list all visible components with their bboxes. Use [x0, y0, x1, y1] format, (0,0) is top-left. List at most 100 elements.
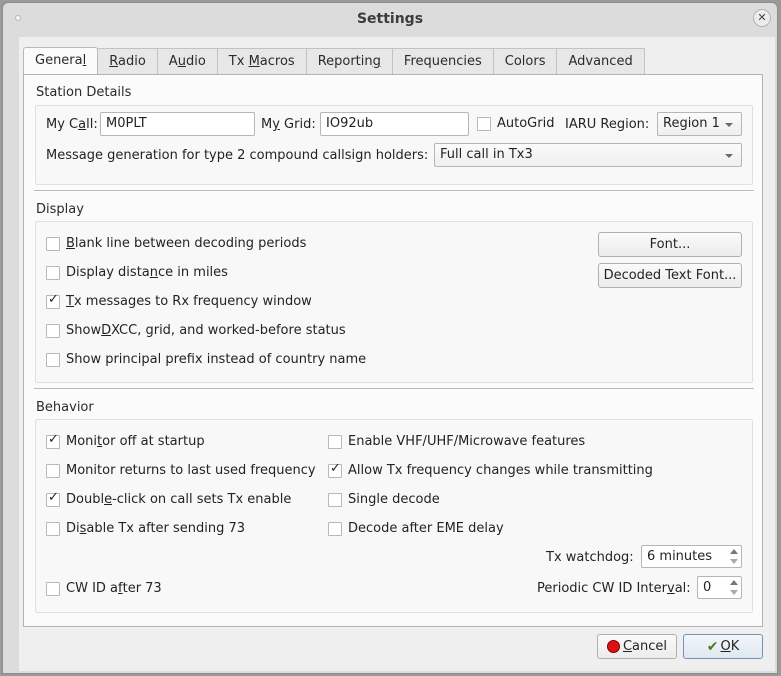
spin-arrows-icon[interactable] — [729, 548, 739, 565]
tab-general[interactable]: General — [23, 47, 99, 75]
tab-label: adio — [118, 54, 146, 69]
checkbox-box — [477, 116, 491, 131]
font-button[interactable]: Font... — [598, 232, 742, 257]
checkbox-box — [328, 492, 342, 507]
decode-after-eme-checkbox[interactable]: Decode after EME delay — [328, 521, 504, 536]
cw-id-interval-label: Periodic CW ID Interval: — [537, 581, 691, 596]
tx-messages-rx-window-checkbox[interactable]: ✓ Tx messages to Rx frequency window — [46, 291, 312, 309]
my-grid-input[interactable]: IO92ub — [320, 112, 469, 136]
check-icon: ✓ — [48, 291, 59, 307]
checkbox-box: ✓ — [46, 291, 60, 309]
tab-colors[interactable]: Colors — [493, 48, 558, 74]
tab-mnemonic: u — [177, 54, 186, 69]
principal-prefix-checkbox[interactable]: Show principal prefix instead of country… — [46, 352, 366, 367]
tab-radio[interactable]: Radio — [98, 48, 158, 74]
close-button[interactable]: ✕ — [753, 9, 771, 27]
tab-label: Advanced — [568, 54, 633, 69]
checkbox-box — [46, 463, 60, 478]
monitor-returns-checkbox[interactable]: Monitor returns to last used frequency — [46, 463, 316, 478]
tab-advanced[interactable]: Advanced — [557, 48, 645, 74]
title-bar: Settings ✕ — [3, 3, 777, 37]
display-heading: Display — [36, 202, 84, 217]
checkbox-box: ✓ — [328, 460, 342, 478]
cw-id-interval-value: 0 — [703, 580, 712, 595]
separator — [34, 190, 754, 192]
chevron-down-icon — [725, 154, 733, 158]
my-call-label: My Call: — [46, 117, 98, 132]
check-icon: ✓ — [48, 489, 59, 505]
check-icon: ✓ — [330, 460, 341, 476]
tab-reporting[interactable]: Reporting — [306, 48, 393, 74]
autogrid-label: AutoGrid — [497, 116, 555, 131]
behavior-heading: Behavior — [36, 400, 94, 415]
general-tab-panel: Station Details My Call: M0PLT My Grid: … — [23, 74, 763, 627]
checkbox-box — [328, 521, 342, 536]
show-dxcc-checkbox[interactable]: Show D XCC, grid, and worked-before statu… — [46, 323, 346, 338]
tab-mnemonic: M — [248, 54, 260, 69]
message-generation-select[interactable]: Full call in Tx3 — [434, 143, 742, 167]
tab-tx-macros[interactable]: Tx Macros — [217, 48, 307, 74]
cancel-icon — [606, 640, 620, 653]
behavior-group: ✓ Moni t or off at startup Monitor returns … — [35, 419, 753, 613]
tab-mnemonic: l — [82, 53, 87, 68]
single-decode-checkbox[interactable]: Single decode — [328, 492, 440, 507]
checkbox-box: ✓ — [46, 431, 60, 449]
iaru-region-select[interactable]: Region 1 — [657, 112, 742, 136]
checkbox-box — [46, 236, 60, 251]
display-group: Blank line between decoding periods Disp… — [35, 221, 753, 383]
cw-id-interval-spinbox[interactable]: 0 — [697, 576, 742, 599]
tab-mnemonic: g — [372, 54, 381, 69]
cancel-button[interactable]: Cancel — [597, 634, 677, 659]
distance-miles-checkbox[interactable]: Display dista n ce in miles — [46, 265, 228, 280]
enable-vhf-features-checkbox[interactable]: Enable VHF/UHF/Microwave features — [328, 434, 585, 449]
disable-tx-after-73-checkbox[interactable]: Di s able Tx after sending 73 — [46, 521, 245, 536]
double-click-tx-enable-checkbox[interactable]: ✓ Doubl e -click on call sets Tx enable — [46, 489, 291, 507]
checkbox-box — [328, 434, 342, 449]
tab-label: Tx — [228, 54, 249, 69]
iaru-region-label: IARU Region: — [565, 117, 650, 132]
dialog-content: General Radio Audio Tx Macros Reporting … — [19, 37, 775, 671]
decoded-text-font-button[interactable]: Decoded Text Font... — [598, 263, 742, 288]
checkbox-box — [46, 323, 60, 338]
close-icon: ✕ — [757, 11, 767, 24]
checkbox-box — [46, 352, 60, 367]
tab-label: Colors — [504, 54, 546, 69]
station-details-heading: Station Details — [36, 85, 132, 100]
ok-button[interactable]: ✔ O K — [683, 634, 763, 659]
station-details-group: My Call: M0PLT My Grid: IO92ub AutoGrid … — [35, 105, 753, 185]
allow-tx-freq-changes-checkbox[interactable]: ✓ Allow Tx frequency changes while transm… — [328, 460, 653, 478]
tab-label: A — [168, 54, 178, 69]
blank-line-checkbox[interactable]: Blank line between decoding periods — [46, 236, 306, 251]
separator — [34, 388, 754, 390]
cw-id-after-73-checkbox[interactable]: CW ID a f ter 73 — [46, 581, 162, 596]
spin-arrows-icon[interactable] — [729, 579, 739, 596]
checkbox-box — [46, 521, 60, 536]
message-generation-value: Full call in Tx3 — [440, 147, 533, 162]
settings-dialog: Settings ✕ General Radio Audio Tx Macros… — [2, 2, 778, 674]
check-icon: ✓ — [48, 431, 59, 447]
checkbox-box — [46, 581, 60, 596]
my-grid-label: My Grid: — [261, 117, 316, 132]
tab-label: Reportin — [317, 54, 373, 69]
tab-mnemonic: R — [109, 54, 118, 69]
tx-watchdog-value: 6 minutes — [647, 549, 713, 564]
chevron-down-icon — [725, 123, 733, 127]
tab-audio[interactable]: Audio — [157, 48, 218, 74]
message-generation-label: Message generation for type 2 compound c… — [46, 148, 429, 163]
window-title: Settings — [356, 11, 424, 27]
iaru-region-value: Region 1 — [663, 116, 720, 131]
tx-watchdog-label: Tx watchdog: — [546, 550, 634, 565]
checkbox-box: ✓ — [46, 489, 60, 507]
tab-frequencies[interactable]: Frequencies — [392, 48, 494, 74]
tab-label: acros — [259, 54, 295, 69]
tx-watchdog-spinbox[interactable]: 6 minutes — [641, 545, 742, 568]
my-call-input[interactable]: M0PLT — [100, 112, 255, 136]
autogrid-checkbox[interactable]: AutoGrid — [477, 116, 554, 131]
ok-checkmark-icon: ✔ — [706, 638, 719, 655]
tab-label: Frequencies — [403, 54, 482, 69]
checkbox-box — [46, 265, 60, 280]
tab-label: Genera — [35, 53, 83, 68]
monitor-off-startup-checkbox[interactable]: ✓ Moni t or off at startup — [46, 431, 205, 449]
tab-bar: General Radio Audio Tx Macros Reporting … — [23, 47, 645, 75]
tab-label: dio — [185, 54, 206, 69]
